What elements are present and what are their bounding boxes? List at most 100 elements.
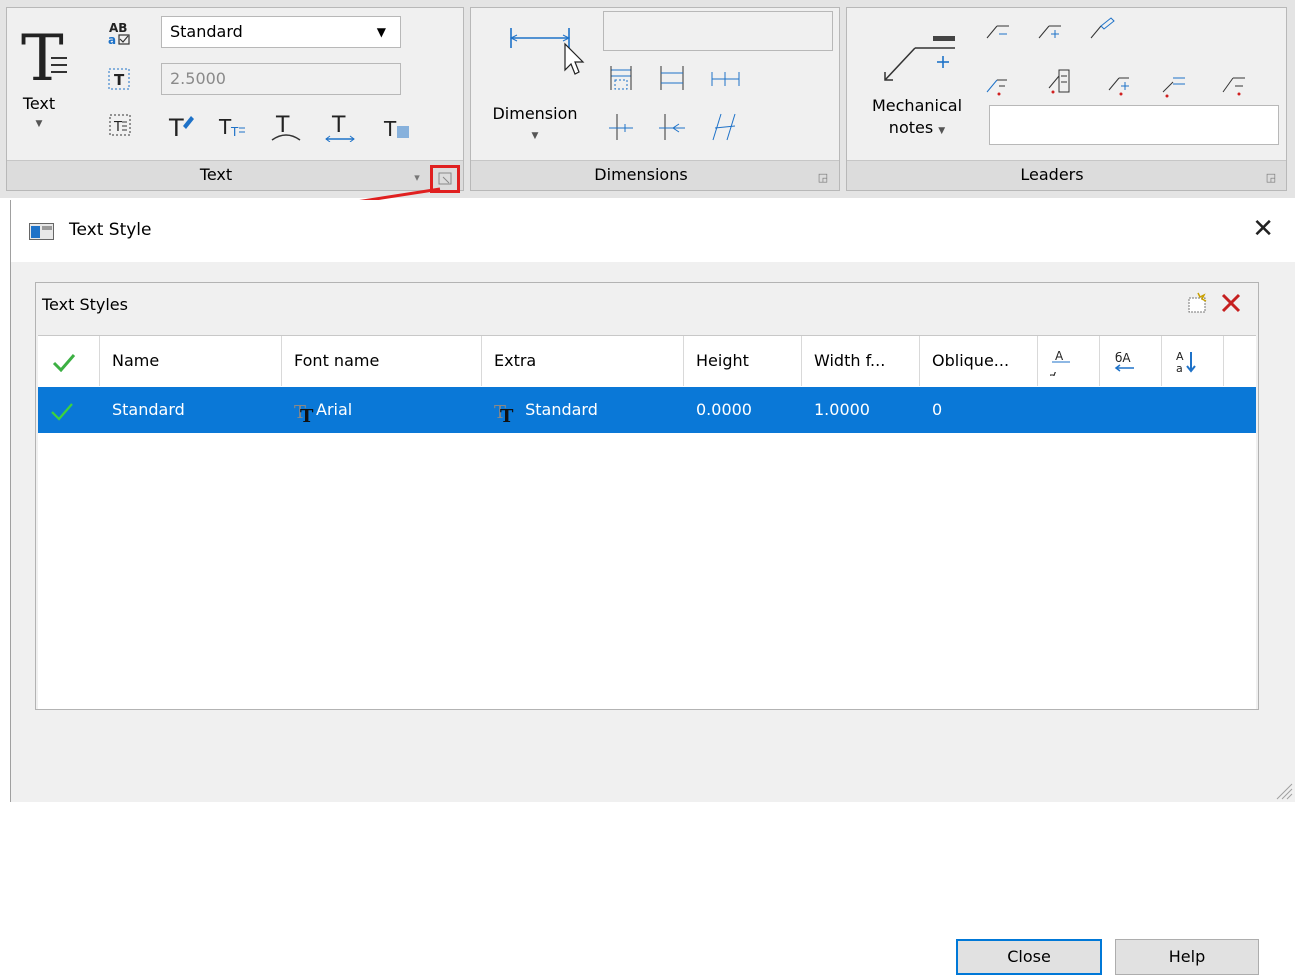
svg-text:T: T — [218, 115, 232, 139]
cell-height: 0.0000 — [696, 400, 752, 419]
text-height-value: 2.5000 — [170, 69, 226, 88]
text-styles-group: Text Styles Name Font name Extra Height … — [35, 282, 1259, 710]
cell-font-name-value: Arial — [316, 400, 353, 419]
svg-text:T: T — [114, 71, 125, 89]
mechanical-notes-label-2: notes ▼ — [888, 118, 946, 137]
mechanical-notes-label-1: Mechanical — [871, 96, 963, 115]
oblique-dimension-icon[interactable] — [709, 112, 739, 142]
leader-minus-icon[interactable] — [983, 18, 1013, 42]
table-row[interactable]: Standard T T Arial T T Standard 0.0000 1… — [38, 387, 1256, 433]
column-header-font-name[interactable]: Font name — [282, 336, 482, 386]
column-header-backwards[interactable]: бA — [1100, 336, 1162, 386]
close-button[interactable]: Close — [956, 939, 1102, 975]
text-fit-icon[interactable]: T — [323, 112, 357, 142]
column-header-oblique[interactable]: Oblique... — [920, 336, 1038, 386]
text-panel-title: Text — [199, 165, 233, 184]
leaders-panel: Mechanical notes ▼ Leaders ◲ — [846, 7, 1287, 191]
continue-dimension-icon[interactable] — [657, 64, 687, 92]
leader-remove-icon[interactable] — [983, 70, 1013, 98]
svg-text:a: a — [1176, 362, 1183, 375]
leader-plus-icon[interactable] — [1035, 18, 1065, 42]
dimension-button-label: Dimension — [492, 104, 578, 123]
text-style-combo[interactable]: Standard ▼ — [161, 16, 401, 48]
text-justify-icon[interactable]: T T — [217, 112, 247, 140]
chain-dimension-icon[interactable] — [709, 64, 743, 92]
text-dialog-launcher-button[interactable] — [430, 165, 460, 193]
column-header-upside-down[interactable]: AA — [1038, 336, 1100, 386]
svg-text:T: T — [383, 117, 397, 141]
column-header-width-factor[interactable]: Width f... — [802, 336, 920, 386]
dimensions-panel: Dimension ▼ Dimensions ◲ — [470, 7, 840, 191]
column-header-extra[interactable]: Extra — [482, 336, 684, 386]
dimension-break-icon[interactable] — [607, 112, 637, 142]
dimension-big-button[interactable]: Dimension ▼ — [479, 16, 591, 156]
text-edit-icon[interactable]: T — [167, 112, 195, 140]
text-button-label: Text — [22, 94, 56, 113]
text-panel-footer: Text ▾ — [7, 160, 463, 190]
text-mask-icon[interactable]: T — [381, 114, 415, 142]
spell-check-icon[interactable]: AB a — [107, 20, 133, 46]
cell-oblique: 0 — [932, 400, 943, 419]
leader-style-field[interactable] — [989, 105, 1279, 145]
text-height-field[interactable]: 2.5000 — [161, 63, 401, 95]
svg-text:T: T — [113, 120, 122, 135]
column-header-name[interactable]: Name — [100, 336, 282, 386]
svg-text:T: T — [168, 114, 184, 140]
leaders-panel-title: Leaders — [1020, 165, 1084, 184]
dropdown-small-icon[interactable]: ▾ — [411, 172, 423, 184]
launcher-icon[interactable]: ◲ — [1265, 172, 1277, 184]
ribbon: T Text ▼ AB a T T Standard ▼ 2.5000 T T … — [0, 0, 1295, 198]
svg-text:T: T — [300, 406, 314, 422]
svg-text:A: A — [1055, 349, 1064, 363]
text-on-arc-icon[interactable]: T — [269, 112, 303, 142]
close-icon[interactable]: ✕ — [1252, 214, 1274, 244]
svg-text:T: T — [275, 113, 290, 138]
backwards-icon: бA — [1114, 351, 1134, 372]
row-current-check — [50, 387, 90, 433]
text-icon: T — [21, 22, 67, 96]
cell-extra-value: Standard — [525, 400, 598, 419]
vertical-text-icon: Aa — [1176, 350, 1196, 375]
leader-collect-icon[interactable] — [1159, 70, 1189, 98]
baseline-dimension-icon[interactable] — [607, 64, 637, 92]
cell-extra: T T Standard — [494, 387, 598, 433]
dimensions-panel-title: Dimensions — [594, 165, 688, 184]
mechanical-note-icon — [884, 36, 955, 81]
cell-width-factor: 1.0000 — [814, 400, 870, 419]
leaders-panel-footer: Leaders ◲ — [847, 160, 1286, 190]
leader-align-icon[interactable] — [1045, 66, 1075, 96]
leader-style-icon[interactable] — [1219, 70, 1249, 98]
dimension-style-field[interactable] — [603, 11, 833, 51]
svg-text:бA: бA — [1115, 351, 1131, 365]
text-styles-header: Text Styles — [36, 283, 1258, 323]
help-button[interactable]: Help — [1115, 939, 1259, 975]
svg-text:A: A — [1050, 369, 1056, 376]
text-styles-table: Name Font name Extra Height Width f... O… — [38, 335, 1256, 709]
column-header-height[interactable]: Height — [684, 336, 802, 386]
text-styles-group-title: Text Styles — [42, 295, 128, 314]
svg-text:T: T — [500, 406, 514, 422]
chevron-down-icon: ▼ — [531, 131, 539, 141]
launcher-icon[interactable]: ◲ — [817, 172, 829, 184]
resize-grip-icon[interactable] — [1273, 780, 1293, 800]
column-header-status[interactable] — [38, 336, 100, 386]
dialog-titlebar[interactable]: Text Style ✕ — [11, 200, 1295, 262]
chevron-down-icon: ▼ — [376, 25, 386, 39]
svg-text:T: T — [230, 125, 239, 139]
chevron-down-icon: ▼ — [35, 119, 43, 129]
mechanical-notes-big-button[interactable]: Mechanical notes ▼ — [855, 30, 985, 160]
text-height-icon[interactable]: T — [107, 66, 133, 92]
dimension-space-icon[interactable] — [657, 112, 687, 142]
cell-name: Standard — [112, 400, 185, 419]
dialog-title: Text Style — [69, 220, 152, 240]
text-big-button[interactable]: T Text ▼ — [17, 22, 73, 154]
column-header-vertical[interactable]: Aa — [1162, 336, 1224, 386]
leader-add-icon[interactable] — [1105, 70, 1135, 98]
delete-icon[interactable] — [1220, 292, 1242, 314]
leader-edit-icon[interactable] — [1087, 16, 1117, 42]
dialog-app-icon — [29, 223, 54, 240]
new-style-icon[interactable] — [1186, 291, 1210, 315]
text-style-combo-value: Standard — [170, 22, 243, 41]
svg-text:a: a — [108, 33, 116, 46]
text-frame-icon[interactable]: T — [107, 112, 133, 138]
